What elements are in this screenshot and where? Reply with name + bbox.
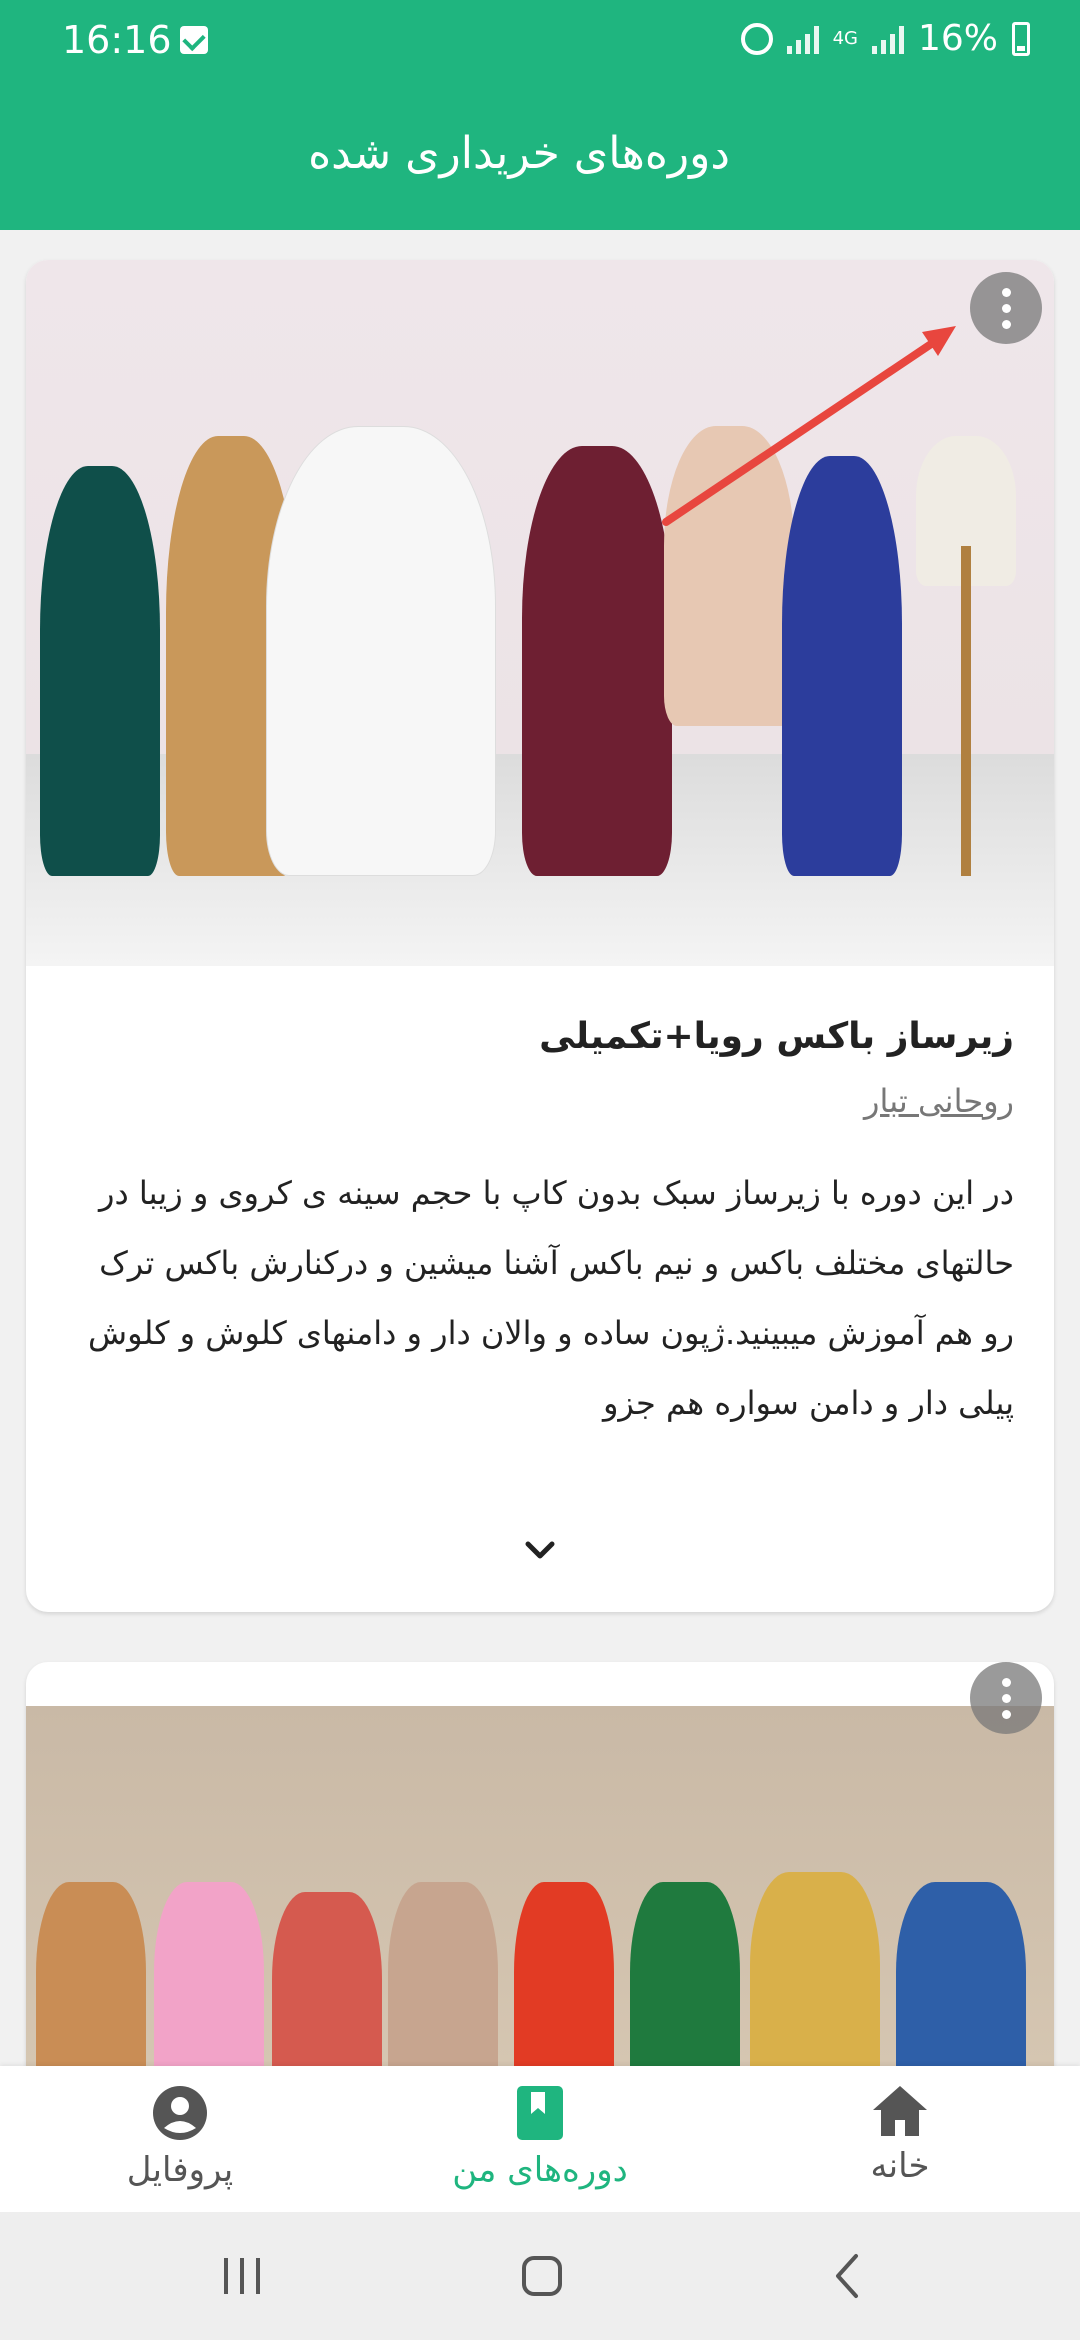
nav-item-profile[interactable]: پروفایل xyxy=(50,2084,310,2190)
bookmark-book-icon xyxy=(517,2086,563,2140)
home-icon xyxy=(873,2086,927,2136)
signal-icon-2 xyxy=(871,24,904,54)
course-image xyxy=(26,260,1054,966)
system-navigation-bar xyxy=(0,2212,1080,2340)
alarm-icon xyxy=(740,22,773,55)
home-system-icon[interactable] xyxy=(520,2254,564,2298)
more-options-button[interactable] xyxy=(970,1662,1042,1734)
top-bar: 16:16 4G 16% دوره‌های خریداری شده xyxy=(0,0,1080,230)
course-card[interactable]: زیرساز باکس رویا+تکمیلی روحانی تبار در ا… xyxy=(26,260,1054,1612)
nav-label-profile: پروفایل xyxy=(126,2150,234,2190)
back-icon[interactable] xyxy=(832,2252,862,2300)
page-title: دوره‌های خریداری شده xyxy=(308,128,730,179)
checkbox-notification-icon xyxy=(180,26,208,54)
chevron-down-icon[interactable] xyxy=(522,1532,558,1568)
course-description: در این دوره با زیرساز سبک بدون کاپ با حج… xyxy=(88,1174,1014,1422)
more-options-button[interactable] xyxy=(970,272,1042,344)
annotation-arrow-icon xyxy=(662,326,956,526)
course-author-link[interactable]: روحانی تبار xyxy=(864,1082,1014,1120)
status-time: 16:16 xyxy=(62,18,172,62)
battery-icon xyxy=(1012,21,1030,56)
network-type: 4G xyxy=(832,27,858,49)
status-bar: 16:16 4G 16% xyxy=(0,0,1080,84)
nav-label-home: خانه xyxy=(870,2146,930,2186)
signal-icon xyxy=(786,24,819,54)
nav-item-my-courses[interactable]: دوره‌های من xyxy=(410,2084,670,2190)
course-title: زیرساز باکس رویا+تکمیلی xyxy=(539,1016,1014,1057)
nav-label-my-courses: دوره‌های من xyxy=(452,2150,628,2190)
nav-item-home[interactable]: خانه xyxy=(770,2084,1030,2186)
status-right: 4G 16% xyxy=(740,18,1030,59)
battery-percent: 16% xyxy=(917,18,998,59)
profile-icon xyxy=(153,2086,207,2140)
recent-apps-icon[interactable] xyxy=(220,2256,264,2296)
bottom-navigation: پروفایل دوره‌های من خانه xyxy=(0,2066,1080,2212)
